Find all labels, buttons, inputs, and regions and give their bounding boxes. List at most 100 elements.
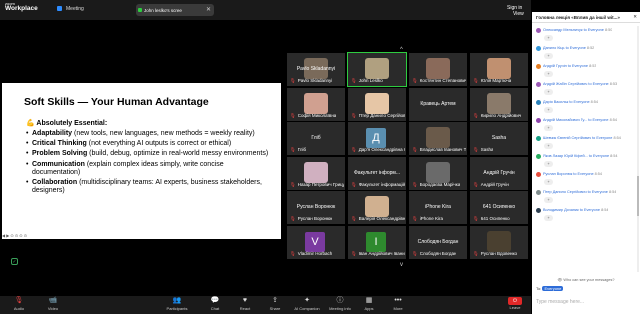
toolbar-label: React: [239, 306, 251, 311]
participant-tile[interactable]: Андрій Гручін 🎙 Андрій Гручін: [470, 156, 528, 190]
participant-tile[interactable]: V 🎙 Vladimir Horbach: [287, 225, 345, 259]
participant-tile[interactable]: 🎙 Костянтин Степанович: [409, 53, 467, 86]
participant-tile[interactable]: 🎙 Юлія Мартюча: [470, 53, 528, 86]
toolbar-label: Chat: [210, 306, 220, 311]
slide-controls[interactable]: ◀ ▶ ⊙ ⊙ ⊙ ⊙: [2, 233, 27, 238]
mic-muted-icon: 🎙: [412, 250, 418, 256]
chat-scrollbar[interactable]: [637, 26, 639, 272]
mic-muted-icon: 🎙: [351, 147, 357, 152]
message-sender: Олександр Мельничук to Everyone 8:50: [543, 28, 613, 32]
avatar: [536, 190, 541, 195]
avatar: Д: [366, 128, 386, 148]
participant-tile[interactable]: 🎙 Кирило Андрійович: [470, 87, 528, 121]
add-reaction-icon[interactable]: +: [544, 179, 553, 185]
toolbar-label: Participants: [166, 306, 188, 311]
participant-tile[interactable]: iPhone Kira 🎙 iPhone Kira: [409, 191, 467, 224]
participant-tile[interactable]: Pavlo Skladannyi 🎙 Pavlo Skladannyi: [287, 53, 345, 86]
participant-name: 🎙 Юлія Мартюча: [473, 78, 512, 83]
to-label: To:: [536, 286, 542, 291]
message-sender: Андрій Миколайович Гу... to Everyone 8:5…: [543, 118, 617, 122]
chat-button[interactable]: 💬 Chat: [198, 296, 232, 311]
add-reaction-icon[interactable]: +: [544, 197, 553, 203]
participant-tile[interactable]: Sasha 🎙 Sasha: [470, 122, 528, 155]
chat-message: Дарія Васильк to Everyone 8:54 +: [532, 98, 636, 116]
item-head: Collaboration: [32, 179, 78, 187]
add-reaction-icon[interactable]: +: [544, 143, 553, 149]
ppl-button[interactable]: 👥 Participants: [160, 296, 194, 311]
add-reaction-icon[interactable]: +: [544, 161, 553, 167]
participant-tile[interactable]: Слободян Богдан 🎙 Слободян Богдан: [409, 225, 467, 259]
toolbar-label: More: [393, 306, 403, 311]
avatar: [536, 172, 541, 177]
add-reaction-icon[interactable]: +: [544, 125, 553, 131]
chat-message: Володимир Дочаник to Everyone 8:54 +: [532, 206, 636, 224]
page-down-button[interactable]: v: [400, 262, 403, 268]
participant-tile[interactable]: Д 🎙 Дар'я Олександрівна С: [348, 122, 406, 155]
add-reaction-icon[interactable]: +: [544, 53, 553, 59]
participant-center-name: Pavlo Skladannyi: [296, 66, 336, 73]
mic-muted-icon: 🎙: [473, 250, 479, 256]
participant-tile[interactable]: 🎙 Руслан Вдовенко: [470, 225, 528, 259]
mic-muted-icon: 🎙: [473, 181, 479, 187]
add-reaction-icon[interactable]: +: [544, 71, 553, 77]
share-button[interactable]: ⇪ Share: [258, 296, 292, 311]
message-sender: Птер Данило Сергійович to Everyone 8:54: [543, 190, 617, 194]
avatar: [536, 136, 541, 141]
avatar: V: [305, 231, 325, 252]
add-reaction-icon[interactable]: +: [544, 107, 553, 113]
security-shield-icon[interactable]: ✓: [11, 258, 18, 265]
participant-tile[interactable]: Гліб 🎙 Гліб: [287, 122, 345, 155]
add-reaction-icon[interactable]: +: [544, 215, 553, 221]
close-icon[interactable]: ✕: [206, 6, 211, 13]
slide-subtitle: 💪 Absolutely Essential:: [26, 119, 107, 127]
avatar: [536, 100, 541, 105]
cam-button[interactable]: 📹 Video: [36, 296, 70, 311]
participant-tile[interactable]: Факультет інформ... 🎙 Факультет інформацій: [348, 156, 406, 190]
more-button[interactable]: ••• More: [381, 296, 415, 311]
add-reaction-icon[interactable]: +: [544, 35, 553, 41]
participant-grid: Pavlo Skladannyi 🎙 Pavlo Skladannyi 🎙 John L…: [287, 52, 532, 259]
slide-item: Critical Thinking (not everything AI out…: [26, 140, 271, 148]
chat-message: Шевчик Євгеній Сергійович to Everyone 8:…: [532, 134, 636, 152]
participant-tile[interactable]: 🎙 Софія Миколаївна: [287, 87, 345, 121]
chat-input[interactable]: Type message here...: [536, 299, 584, 305]
chat-message: Олександр Мельничук to Everyone 8:50 +: [532, 26, 636, 44]
zoom-logo: zoom Workplace: [5, 2, 38, 13]
participant-tile[interactable]: Кравець Артем: [409, 87, 467, 121]
participant-name: 🎙Птер Данило Сергійович: [351, 112, 405, 118]
participant-tile[interactable]: 🎙 Валерія Олександрівна: [348, 191, 406, 224]
item-text: (new tools, new languages, new methods =…: [72, 130, 255, 137]
leave-button[interactable]: ⏻ Leave: [498, 296, 532, 310]
participant-tile[interactable]: 🎙Птер Данило Сергійович: [348, 87, 406, 121]
message-sender: Андрій Жабін Сергійович to Everyone 8:53: [543, 82, 618, 86]
participant-tile[interactable]: I 🎙 Іван Андрійович Іваниш: [348, 225, 406, 259]
participant-tile[interactable]: 🎙 Назар Петрович Грицук: [287, 156, 345, 190]
to-value[interactable]: Everyone: [542, 286, 564, 291]
item-text: (not everything AI outputs is correct or…: [86, 140, 232, 148]
video-feed: [365, 58, 389, 79]
participant-name: 🎙 Vladimir Horbach: [290, 250, 333, 256]
view-button[interactable]: View: [513, 11, 524, 17]
participant-tile[interactable]: 🎙 Владислав Іванович Та: [409, 122, 467, 155]
viewing-screen-banner[interactable]: John leslko's scree ✕: [136, 4, 214, 16]
chat-header: Головна лекція «Вплив да інші/ wit...» ✕: [532, 12, 640, 23]
meeting-label[interactable]: Meeting: [57, 6, 84, 12]
participant-name: 🎙 Кирило Андрійович: [473, 112, 522, 118]
chat-visibility-link[interactable]: 👁 Who can see your messages?: [532, 277, 640, 282]
participant-tile[interactable]: 🎙 John Leslko: [347, 52, 407, 87]
participant-tile[interactable]: 🎙 Бородаєва Марічка: [409, 156, 467, 190]
meeting-toolbar: 🎙 Audio 📹 Video 👥 Participants 💬 Chat ♥ React ⇪ Sha…: [0, 296, 531, 314]
ai-button[interactable]: ✦ AI Companion: [290, 296, 324, 311]
mic-muted-icon: 🎙: [290, 250, 296, 256]
add-reaction-icon[interactable]: +: [544, 89, 553, 95]
close-icon[interactable]: ✕: [633, 14, 637, 20]
video-feed: [304, 92, 328, 114]
meeting-label-text: Meeting: [66, 6, 84, 12]
participant-tile[interactable]: 641 Осипенко 🎙 641 Осипенко: [470, 191, 528, 224]
chat-recipient[interactable]: To: Everyone: [536, 286, 564, 291]
heart-button[interactable]: ♥ React: [228, 296, 262, 311]
mic-button[interactable]: 🎙 Audio: [2, 296, 36, 311]
participant-tile[interactable]: Руслан Воронюк 🎙 Руслан Воронюк: [287, 191, 345, 224]
participant-name: 🎙 Факультет інформацій: [351, 181, 405, 187]
signin-link[interactable]: Sign in View: [507, 5, 531, 17]
